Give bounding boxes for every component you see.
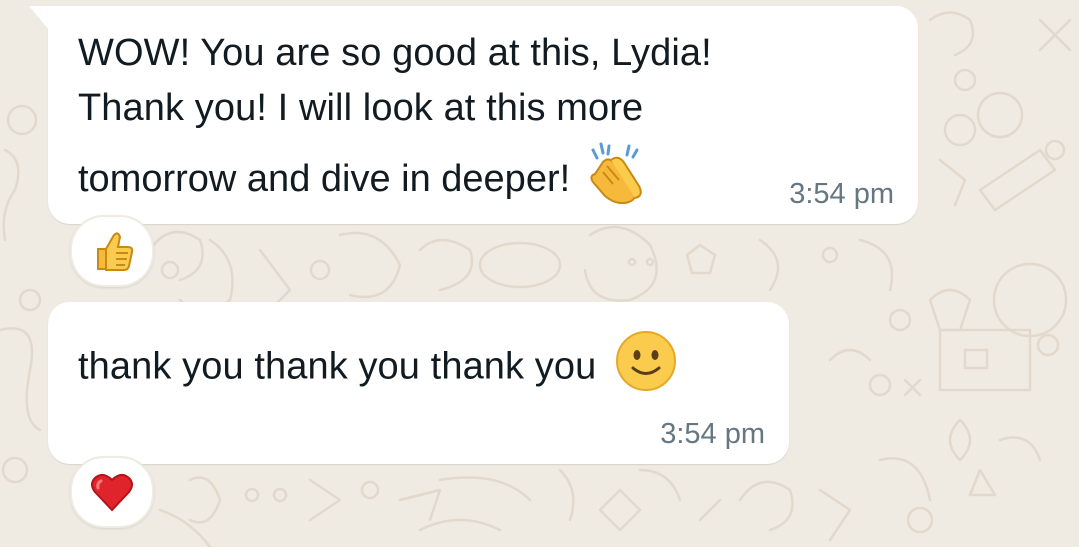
message-timestamp: 3:54 pm	[660, 418, 765, 450]
reaction-badge[interactable]	[70, 215, 154, 287]
bubble-tail	[29, 6, 49, 30]
message-timestamp: 3:54 pm	[789, 178, 894, 210]
red-heart-emoji	[91, 474, 133, 512]
message-line: thank you thank you thank you	[78, 330, 677, 407]
slightly-smiling-face-emoji	[615, 330, 677, 407]
reaction-badge[interactable]	[70, 456, 154, 528]
message-text-line: tomorrow and dive in deeper!	[78, 142, 645, 220]
message-text: thank you thank you thank you	[78, 345, 597, 388]
incoming-message-bubble[interactable]: thank you thank you thank you 3:54 pm	[48, 302, 789, 464]
thumbs-up-emoji	[97, 232, 134, 271]
clapping-hands-emoji	[589, 142, 645, 220]
incoming-message-bubble[interactable]: WOW! You are so good at this, Lydia! Tha…	[48, 6, 918, 224]
message-text-continued: tomorrow and dive in deeper!	[78, 158, 571, 201]
message-text: WOW! You are so good at this, Lydia! Tha…	[78, 32, 712, 129]
